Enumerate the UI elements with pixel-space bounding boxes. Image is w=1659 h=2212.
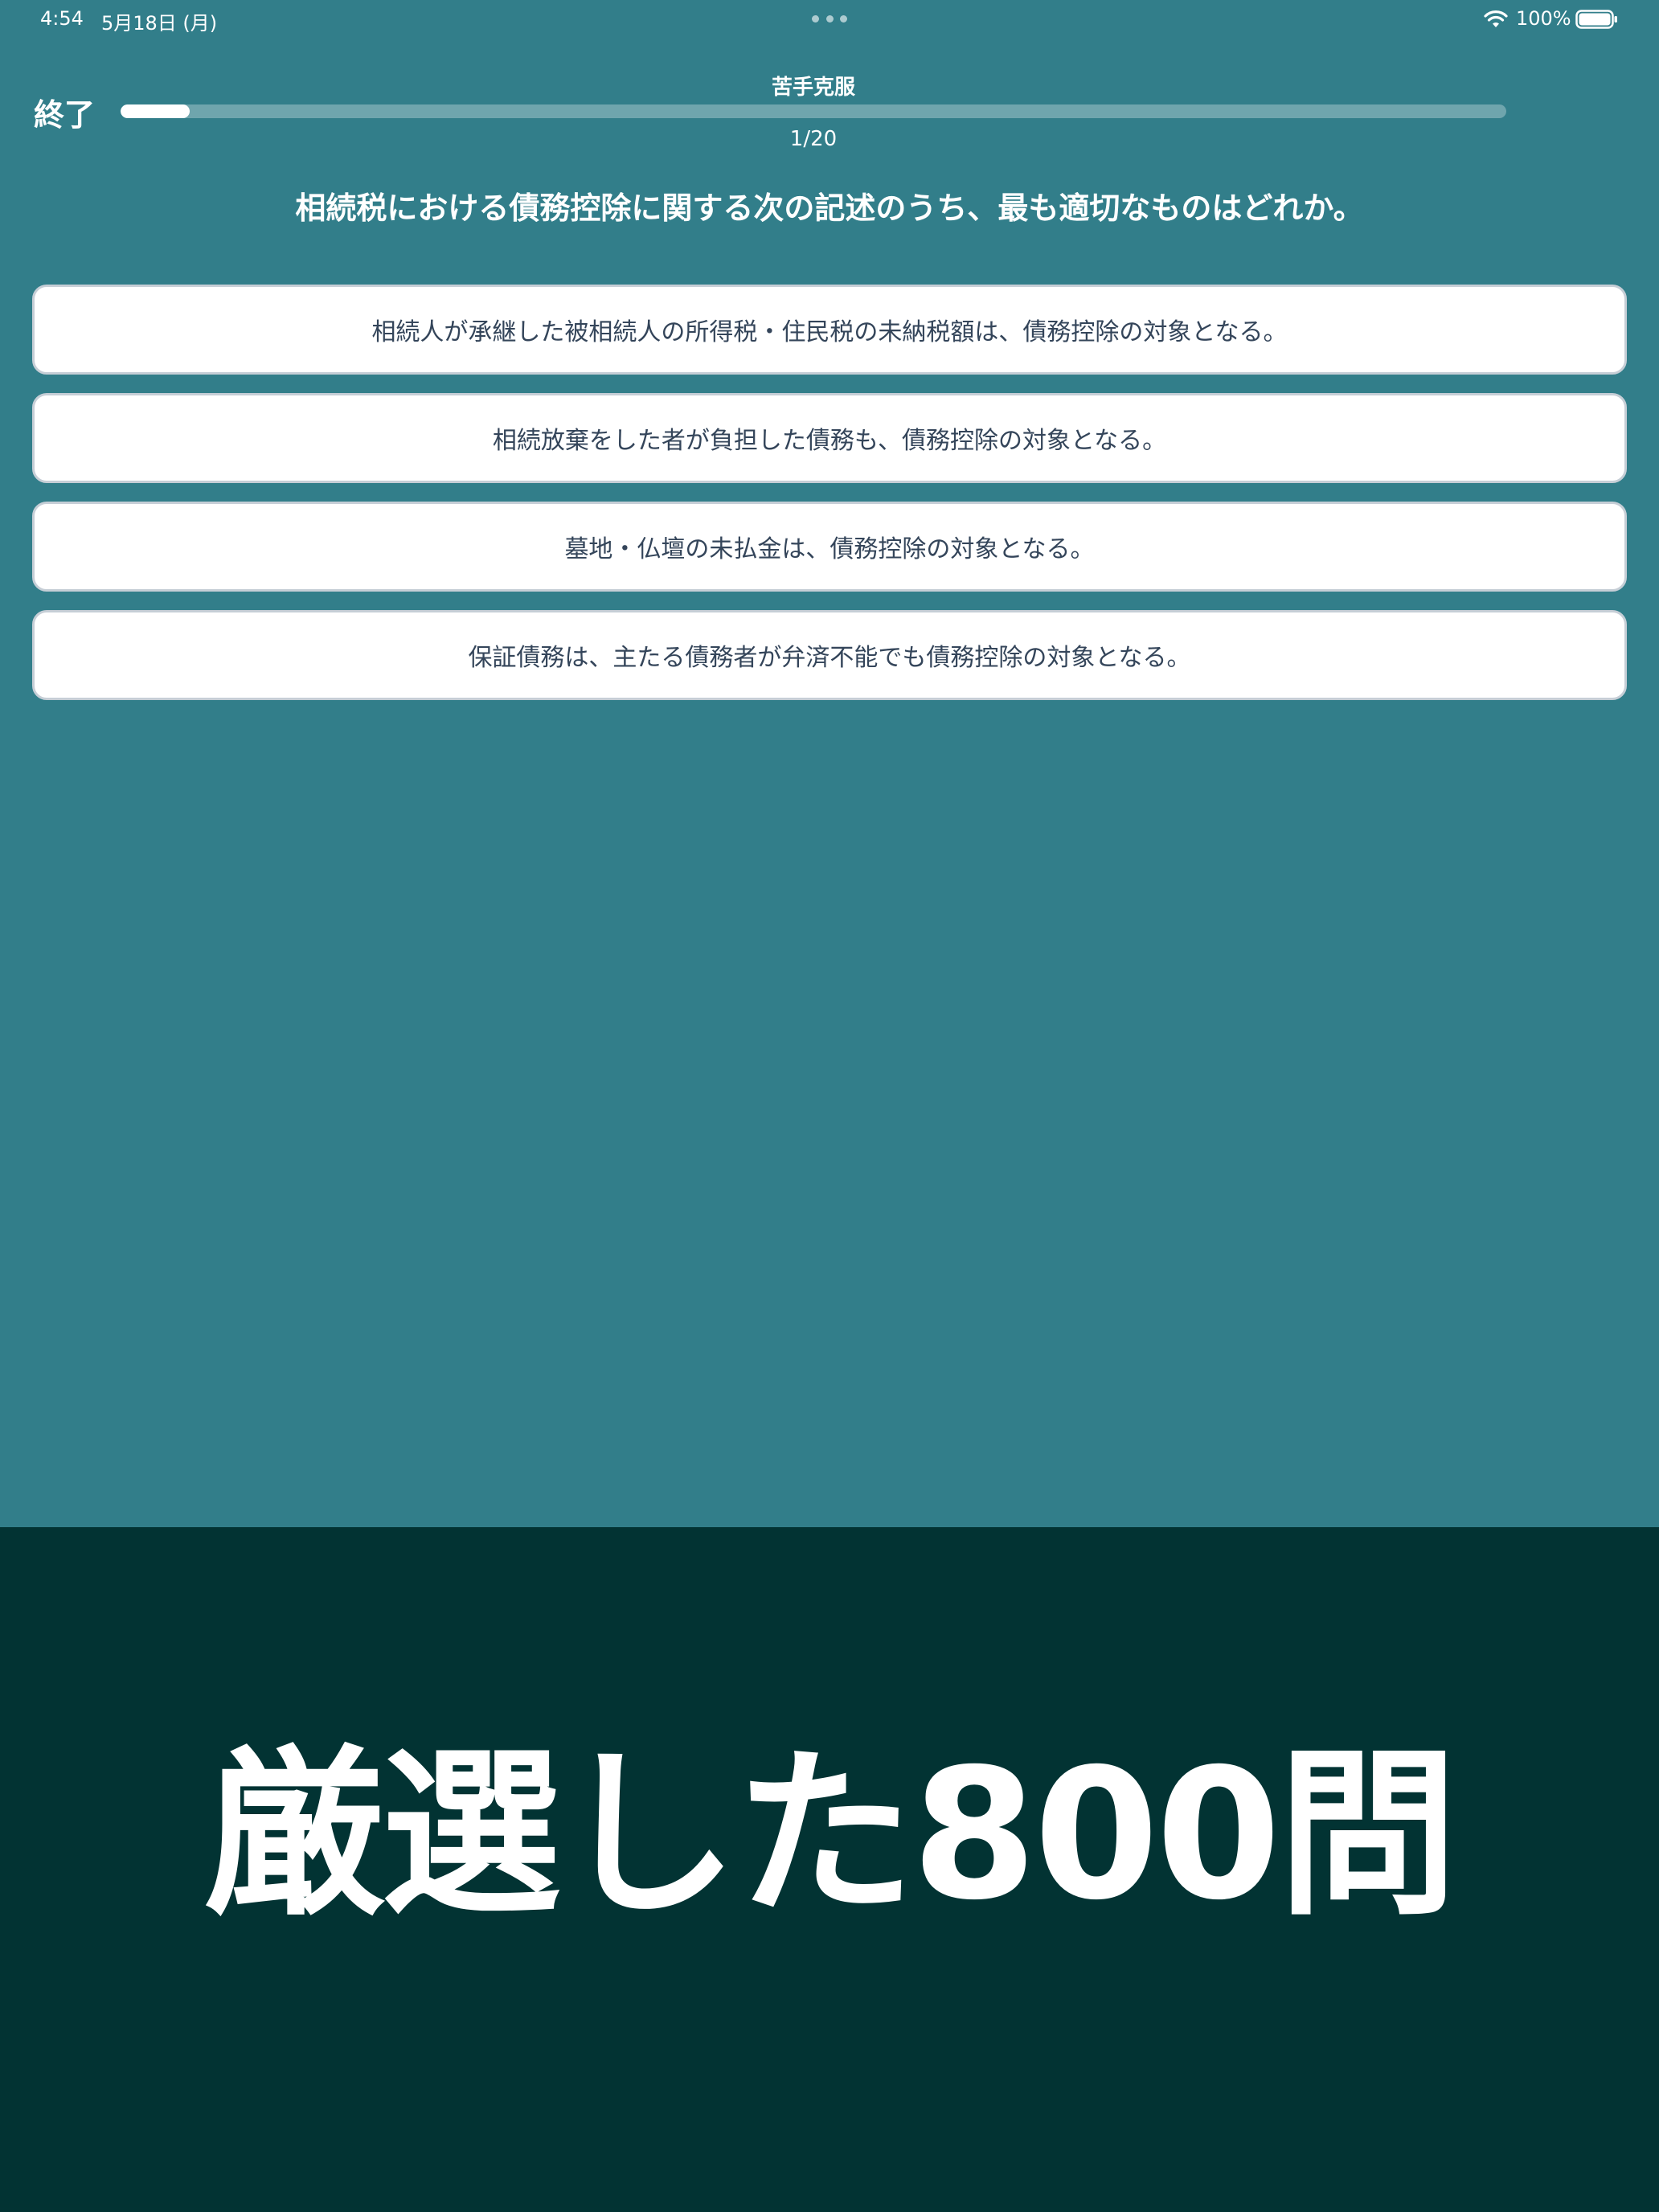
promo-headline: 厳選した800問 bbox=[204, 1730, 1458, 1940]
quiz-screen: 4:54 5月18日 (月) 100% 終了 苦手克服 1/20 相続税における… bbox=[0, 0, 1659, 1527]
progress-bar bbox=[121, 104, 1506, 118]
status-bar: 4:54 5月18日 (月) 100% bbox=[0, 0, 1659, 39]
battery-icon bbox=[1575, 10, 1617, 29]
promo-banner: 厳選した800問 bbox=[0, 1527, 1659, 2212]
question-text: 相続税における債務控除に関する次の記述のうち、最も適切なものはどれか。 bbox=[295, 190, 1364, 226]
status-date: 5月18日 (月) bbox=[101, 12, 218, 35]
answer-option-4[interactable]: 保証債務は、主たる債務者が弁済不能でも債務控除の対象となる。 bbox=[32, 610, 1627, 700]
quiz-mode-title: 苦手克服 bbox=[771, 76, 855, 100]
status-time: 4:54 bbox=[40, 7, 84, 30]
end-button[interactable]: 終了 bbox=[34, 90, 95, 134]
answer-option-2[interactable]: 相続放棄をした者が負担した債務も、債務控除の対象となる。 bbox=[32, 393, 1627, 483]
progress-bar-fill bbox=[121, 104, 190, 118]
answer-option-3[interactable]: 墓地・仏壇の未払金は、債務控除の対象となる。 bbox=[32, 502, 1627, 592]
answer-option-1[interactable]: 相続人が承継した被相続人の所得税・住民税の未納税額は、債務控除の対象となる。 bbox=[32, 285, 1627, 375]
battery-percentage: 100% bbox=[1516, 7, 1571, 30]
wifi-icon bbox=[1484, 10, 1508, 27]
question-counter: 1/20 bbox=[789, 127, 838, 151]
multitasking-dots-icon[interactable] bbox=[812, 15, 847, 23]
answer-list: 相続人が承継した被相続人の所得税・住民税の未納税額は、債務控除の対象となる。 相… bbox=[32, 285, 1627, 719]
